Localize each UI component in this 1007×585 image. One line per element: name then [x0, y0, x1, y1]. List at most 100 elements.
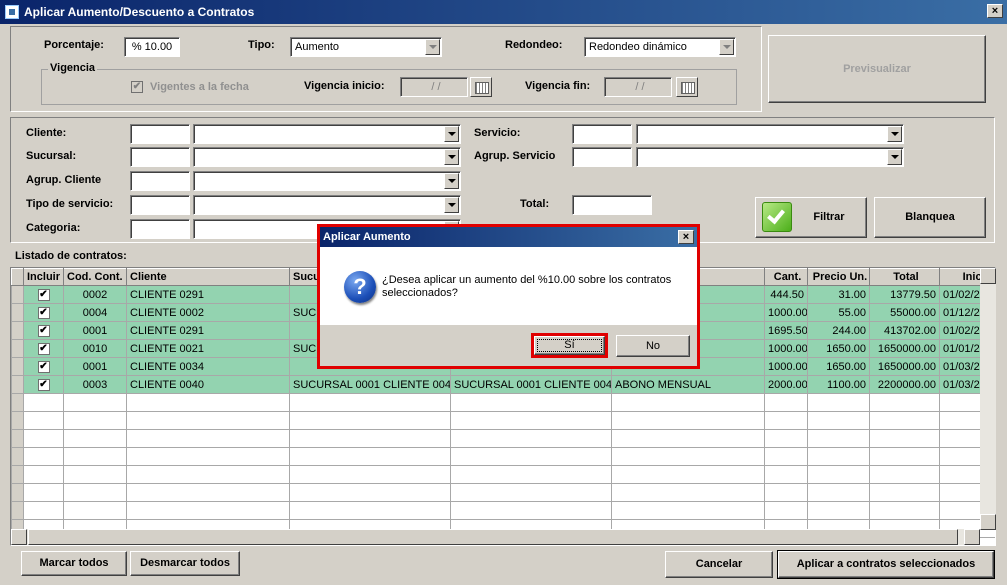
sucursal-label: Sucursal:: [26, 150, 77, 162]
incluir-cell[interactable]: ✔: [23, 375, 64, 394]
vigencia-inicio-input[interactable]: / /: [400, 77, 468, 97]
empty-cell: [63, 501, 127, 520]
incluir-cell[interactable]: ✔: [23, 285, 64, 304]
horizontal-scroll-thumb[interactable]: [28, 529, 958, 545]
tipo-servicio-label: Tipo de servicio:: [26, 198, 114, 210]
incluir-cell[interactable]: ✔: [23, 357, 64, 376]
col-cod-cont[interactable]: Cod. Cont.: [63, 268, 127, 286]
empty-cell: [126, 465, 290, 484]
incluir-cell[interactable]: ✔: [23, 303, 64, 322]
chevron-down-icon: [887, 126, 902, 142]
check-mark: [767, 205, 785, 225]
empty-cell: [11, 465, 24, 484]
incluir-checkbox[interactable]: ✔: [37, 378, 50, 391]
empty-cell: [764, 501, 808, 520]
cell-total: 55000.00: [869, 303, 940, 322]
cell-precio: 55.00: [807, 303, 870, 322]
chevron-down-icon: [887, 149, 902, 165]
cell-precio: 31.00: [807, 285, 870, 304]
empty-cell: [869, 483, 940, 502]
agrup-cliente-select[interactable]: [193, 171, 461, 191]
agrup-servicio-select[interactable]: [636, 147, 904, 167]
cell-total: 1650000.00: [869, 339, 940, 358]
window-close-button[interactable]: ×: [987, 4, 1003, 18]
total-input[interactable]: [572, 195, 652, 215]
vertical-scrollbar[interactable]: [980, 268, 996, 530]
incluir-cell[interactable]: ✔: [23, 321, 64, 340]
col-cant[interactable]: Cant.: [764, 268, 808, 286]
tipo-servicio-code-input[interactable]: [130, 195, 190, 215]
blanquea-button[interactable]: Blanquea: [874, 197, 986, 238]
agrup-servicio-code-input[interactable]: [572, 147, 632, 167]
empty-cell: [63, 429, 127, 448]
aplicar-button[interactable]: Aplicar a contratos seleccionados: [777, 550, 995, 579]
sucursal-select[interactable]: [193, 147, 461, 167]
calendar-icon[interactable]: [470, 77, 492, 97]
col-precio-un[interactable]: Precio Un.: [807, 268, 870, 286]
empty-cell: [63, 447, 127, 466]
servicio-select[interactable]: [636, 124, 904, 144]
cliente-code-input[interactable]: [130, 124, 190, 144]
horizontal-scrollbar[interactable]: [11, 529, 980, 545]
vigencia-group-label: Vigencia: [48, 62, 98, 74]
empty-cell: [23, 447, 64, 466]
filtrar-button[interactable]: Filtrar: [755, 197, 867, 238]
row-selector[interactable]: [11, 285, 24, 304]
empty-cell: [611, 501, 765, 520]
empty-cell: [450, 483, 612, 502]
empty-cell: [611, 447, 765, 466]
row-selector[interactable]: [11, 339, 24, 358]
porcentaje-label: Porcentaje:: [44, 39, 104, 51]
dialog-close-button[interactable]: ×: [678, 230, 694, 244]
tipo-servicio-select[interactable]: [193, 195, 461, 215]
no-button[interactable]: No: [616, 335, 690, 357]
col-cliente[interactable]: Cliente: [126, 268, 290, 286]
scroll-right-icon[interactable]: [964, 529, 980, 545]
cancelar-button[interactable]: Cancelar: [665, 551, 773, 578]
scroll-up-icon[interactable]: [980, 268, 996, 284]
incluir-checkbox[interactable]: ✔: [37, 306, 50, 319]
row-selector[interactable]: [11, 375, 24, 394]
incluir-checkbox[interactable]: ✔: [37, 288, 50, 301]
total-label: Total:: [520, 198, 550, 210]
previsualizar-button[interactable]: Previsualizar: [768, 35, 986, 103]
empty-cell: [289, 465, 451, 484]
incluir-checkbox[interactable]: ✔: [37, 324, 50, 337]
incluir-checkbox[interactable]: ✔: [37, 360, 50, 373]
dialog-message-line2: seleccionados?: [382, 287, 458, 299]
col-incluir[interactable]: Incluir: [23, 268, 64, 286]
scroll-down-icon[interactable]: [980, 514, 996, 530]
vigentes-checkbox[interactable]: ✔: [131, 81, 143, 93]
table-row[interactable]: ✔ 0003 CLIENTE 0040 SUCURSAL 0001 CLIENTE 0…: [11, 375, 995, 394]
cell-total: 413702.00: [869, 321, 940, 340]
cell-cliente: CLIENTE 0040: [126, 375, 290, 394]
cliente-select[interactable]: [193, 124, 461, 144]
cell-cant: 2000.00: [764, 375, 808, 394]
dialog-message: ¿Desea aplicar un aumento del %10.00 sob…: [382, 274, 682, 300]
confirm-dialog: Aplicar Aumento × ? ¿Desea aplicar un au…: [317, 224, 700, 369]
incluir-checkbox[interactable]: ✔: [37, 342, 50, 355]
empty-cell: [869, 393, 940, 412]
app-icon: [5, 5, 19, 19]
calendar-icon[interactable]: [676, 77, 698, 97]
sucursal-code-input[interactable]: [130, 147, 190, 167]
tipo-select[interactable]: Aumento: [290, 37, 442, 57]
row-selector[interactable]: [11, 357, 24, 376]
cell-cant: 1000.00: [764, 339, 808, 358]
redondeo-select[interactable]: Redondeo dinámico: [584, 37, 736, 57]
cell-cod: 0003: [63, 375, 127, 394]
porcentaje-input[interactable]: % 10.00: [124, 37, 180, 57]
empty-cell: [23, 393, 64, 412]
row-selector[interactable]: [11, 321, 24, 340]
agrup-cliente-code-input[interactable]: [130, 171, 190, 191]
servicio-code-input[interactable]: [572, 124, 632, 144]
vigencia-fin-input[interactable]: / /: [604, 77, 672, 97]
col-total[interactable]: Total: [869, 268, 940, 286]
categoria-code-input[interactable]: [130, 219, 190, 239]
desmarcar-todos-button[interactable]: Desmarcar todos: [130, 551, 240, 576]
incluir-cell[interactable]: ✔: [23, 339, 64, 358]
row-selector[interactable]: [11, 303, 24, 322]
scroll-left-icon[interactable]: [11, 529, 27, 545]
marcar-todos-button[interactable]: Marcar todos: [21, 551, 127, 576]
yes-button[interactable]: Sí: [534, 336, 605, 355]
